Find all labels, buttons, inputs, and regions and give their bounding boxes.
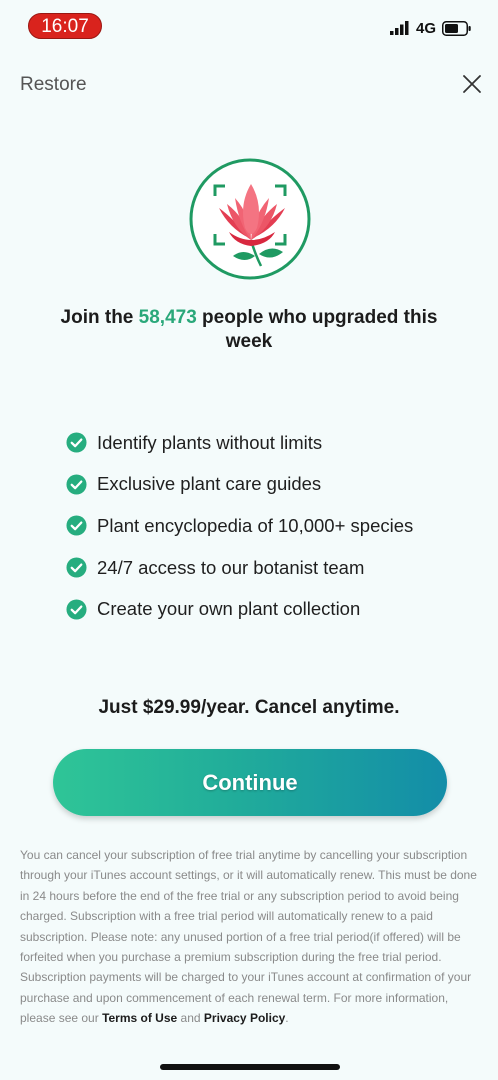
continue-button[interactable]: Continue [53, 749, 447, 816]
feature-item: Exclusive plant care guides [66, 464, 413, 506]
feature-label: Plant encyclopedia of 10,000+ species [97, 514, 414, 536]
legal-end: . [285, 1011, 289, 1026]
feature-item: Identify plants without limits [66, 422, 413, 464]
restore-button[interactable]: Restore [20, 74, 87, 96]
check-circle-icon [66, 599, 87, 620]
price-text: Just $29.99/year. Cancel anytime. [98, 697, 400, 718]
feature-label: Create your own plant collection [97, 598, 361, 620]
headline-prefix: Join the [60, 307, 139, 328]
rose-scan-logo [189, 158, 311, 280]
status-indicators: 4G [389, 18, 472, 38]
check-circle-icon [66, 515, 87, 537]
feature-label: Identify plants without limits [97, 431, 323, 453]
check-circle-icon [66, 432, 87, 453]
legal-and: and [177, 1011, 204, 1026]
status-time: 16:07 [28, 13, 102, 39]
feature-item: Create your own plant collection [66, 588, 413, 630]
check-circle-icon [66, 557, 87, 578]
battery-icon [442, 20, 471, 36]
signal-icon [389, 21, 409, 35]
headline: Join the 58,473 people who upgraded this… [40, 306, 458, 354]
home-indicator[interactable] [160, 1064, 340, 1070]
headline-suffix: people who upgraded this week [196, 307, 438, 352]
feature-list: Identify plants without limits Exclusive… [66, 422, 413, 630]
upgrade-count: 58,473 [138, 307, 197, 328]
status-bar: 16:07 4G [0, 0, 498, 54]
legal-text: You can cancel your subscription of free… [20, 845, 482, 1029]
feature-item: Plant encyclopedia of 10,000+ species [66, 505, 413, 547]
terms-of-use-link[interactable]: Terms of Use [102, 1011, 177, 1025]
feature-item: 24/7 access to our botanist team [66, 547, 413, 589]
feature-label: Exclusive plant care guides [97, 473, 322, 495]
close-icon[interactable] [460, 72, 484, 96]
legal-body: You can cancel your subscription of free… [20, 848, 477, 1026]
privacy-policy-link[interactable]: Privacy Policy [204, 1011, 285, 1025]
feature-label: 24/7 access to our botanist team [97, 556, 365, 578]
network-label: 4G [415, 19, 436, 37]
check-circle-icon [66, 474, 87, 495]
